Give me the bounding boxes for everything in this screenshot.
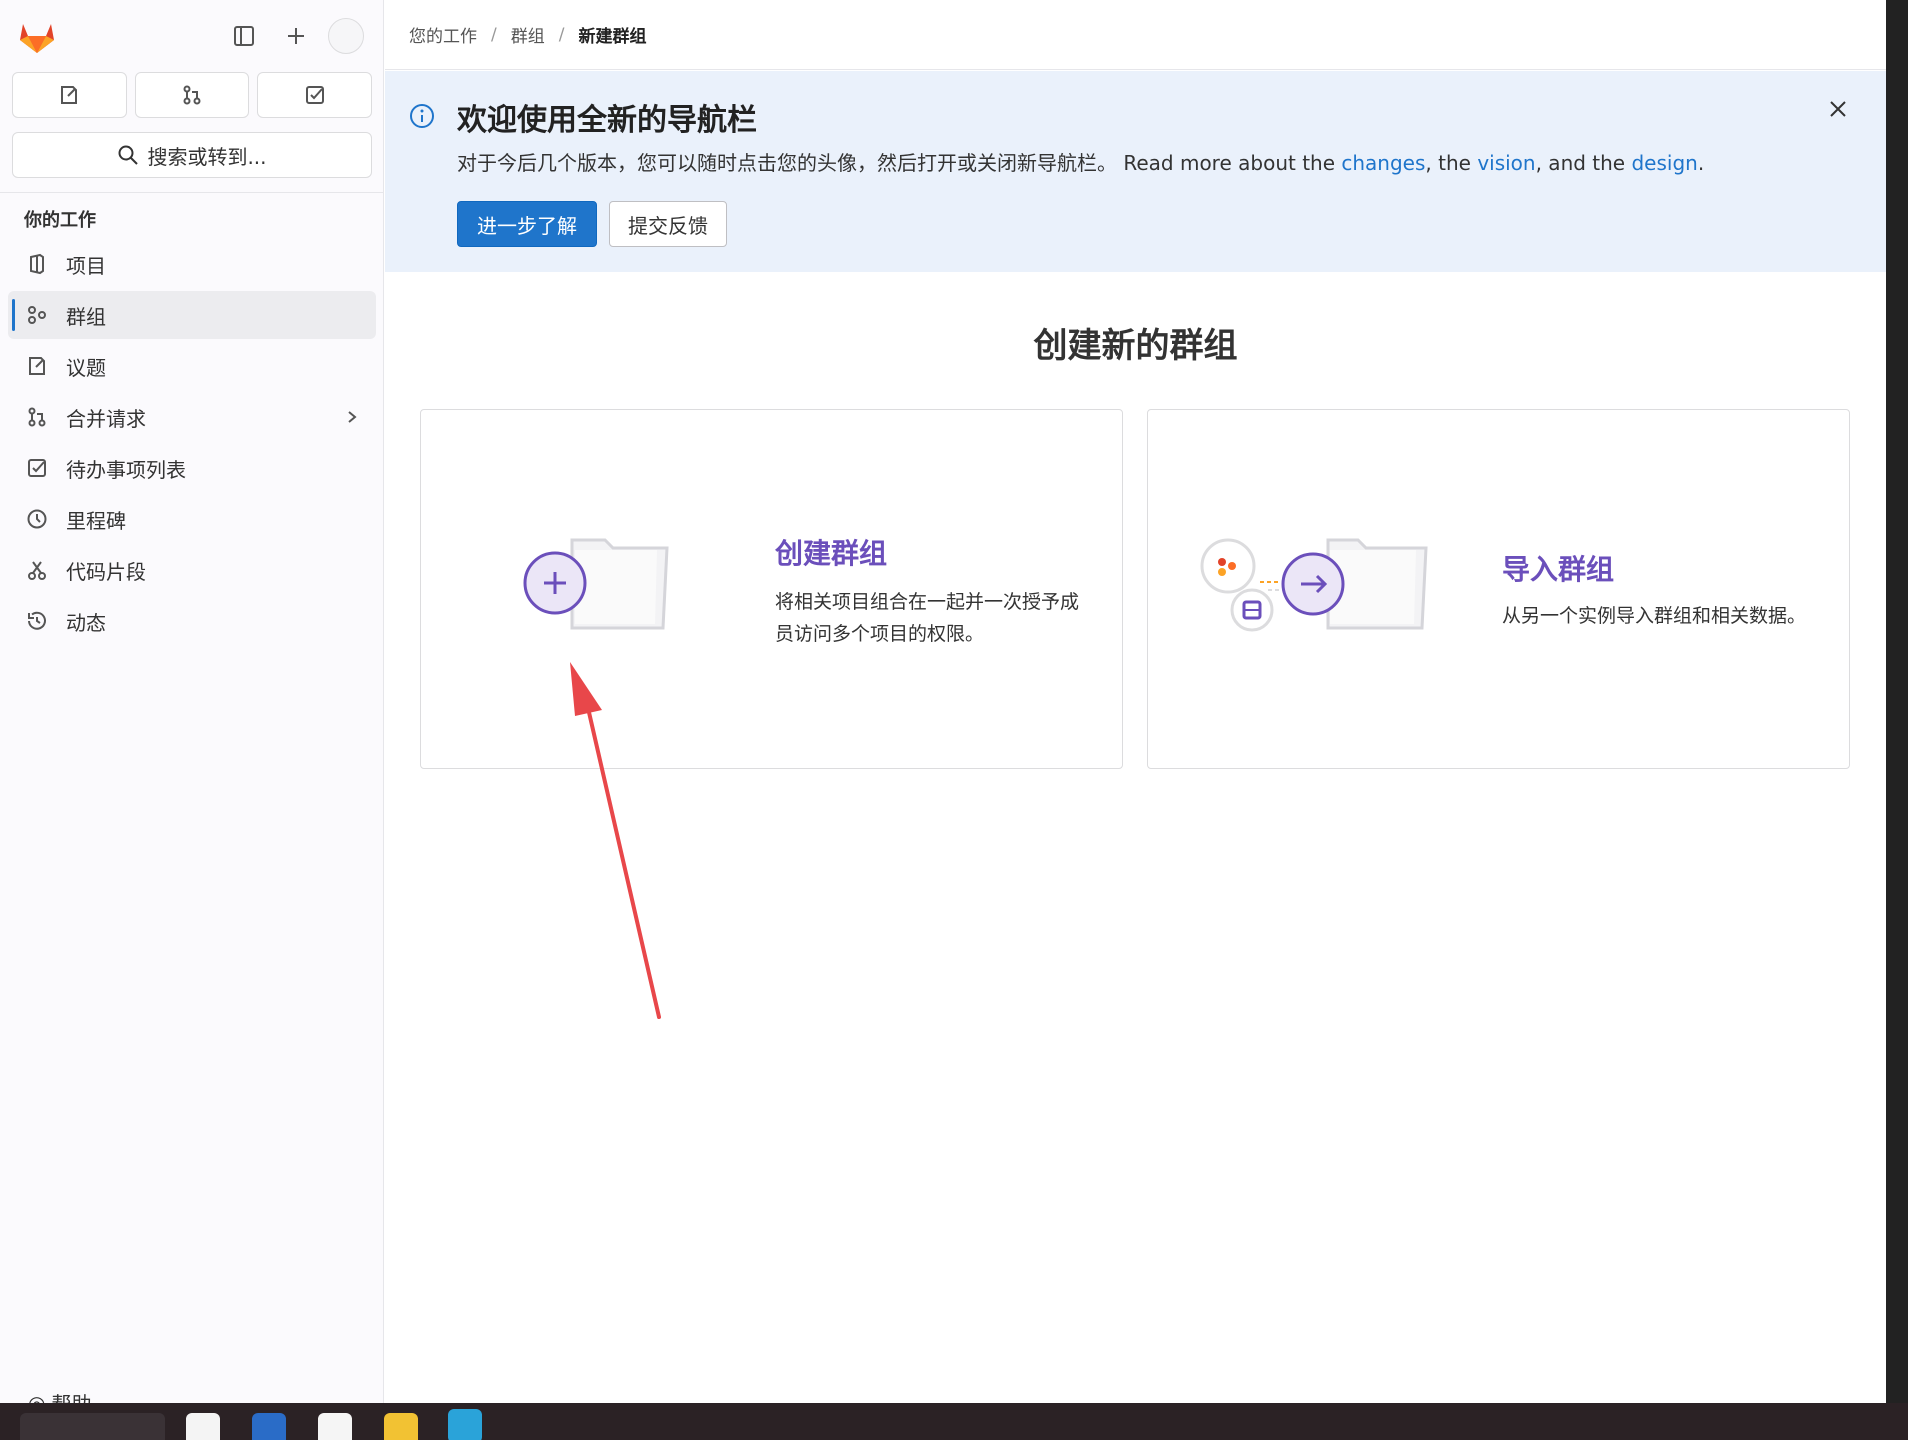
folder-icon[interactable]	[384, 1413, 418, 1440]
banner-text-prefix: 对于今后几个版本，您可以随时点击您的头像，然后打开或关闭新导航栏。 Read m…	[457, 151, 1342, 175]
breadcrumb-separator: /	[558, 24, 565, 45]
merge-requests-quick-button[interactable]	[134, 72, 250, 118]
collapse-sidebar-icon[interactable]	[228, 20, 260, 52]
create-group-desc-line: 将相关项目组合在一起并一次授予成	[775, 591, 1080, 613]
sidebar-item-snippets[interactable]: 代码片段	[8, 546, 376, 594]
submit-feedback-button[interactable]: 提交反馈	[609, 201, 727, 247]
import-group-title: 导入群组	[1502, 553, 1615, 586]
banner-title: 欢迎使用全新的导航栏	[457, 103, 757, 138]
sidebar-divider	[0, 192, 384, 193]
sidebar-item-issues[interactable]: 议题	[8, 342, 376, 390]
design-link[interactable]: design	[1631, 151, 1697, 175]
vision-link[interactable]: vision	[1477, 151, 1535, 175]
sidebar-item-groups[interactable]: 群组	[8, 291, 376, 339]
changes-link[interactable]: changes	[1341, 151, 1425, 175]
sidebar-item-todos[interactable]: 待办事项列表	[8, 444, 376, 492]
issues-quick-button[interactable]	[12, 72, 127, 118]
sidebar-item-merge-requests[interactable]: 合并请求	[8, 393, 376, 441]
chevron-right-icon	[342, 405, 362, 434]
banner-text-mid: , the	[1425, 151, 1478, 175]
text-app-icon[interactable]	[186, 1413, 220, 1440]
banner-text-suffix: .	[1697, 151, 1705, 175]
page-title: 创建新的群组	[1033, 326, 1238, 366]
create-group-desc-line: 员访问多个项目的权限。	[775, 623, 985, 645]
annotation-arrow	[570, 662, 661, 1019]
merge-request-icon	[183, 85, 201, 105]
breadcrumb-item[interactable]: 群组	[511, 22, 545, 47]
edge-browser-icon[interactable]	[448, 1409, 482, 1440]
plus-icon[interactable]	[280, 20, 312, 52]
browser-window: 搜索或转到... 你的工作 项目 群组 议题 合并请求 待办事项列表 里程碑 代…	[0, 0, 1886, 1403]
app-icon[interactable]	[252, 1413, 286, 1440]
info-icon	[410, 104, 434, 128]
sidebar-item-projects[interactable]: 项目	[8, 240, 376, 288]
sidebar-item-label: 项目	[66, 253, 106, 278]
sidebar-item-milestones[interactable]: 里程碑	[8, 495, 376, 543]
todo-icon	[305, 86, 324, 104]
breadcrumb-current[interactable]: 新建群组	[578, 22, 646, 47]
browser-app-icon[interactable]	[318, 1413, 352, 1440]
search-button[interactable]: 搜索或转到...	[12, 132, 372, 178]
quick-actions	[12, 72, 373, 118]
sidebar-item-label: 合并请求	[66, 406, 146, 431]
import-group-description: 从另一个实例导入群组和相关数据。	[1502, 605, 1807, 627]
help-label: 帮助	[51, 1388, 91, 1403]
close-icon[interactable]	[1824, 95, 1852, 123]
issue-icon	[61, 86, 78, 104]
search-icon	[118, 145, 139, 165]
group-icon	[24, 302, 50, 328]
sidebar: 搜索或转到... 你的工作 项目 群组 议题 合并请求 待办事项列表 里程碑 代…	[0, 0, 384, 1403]
project-icon	[24, 251, 50, 277]
sidebar-item-label: 群组	[66, 304, 106, 329]
sidebar-item-label: 里程碑	[66, 508, 126, 533]
import-group-illustration	[1200, 538, 1428, 632]
gitlab-logo[interactable]	[16, 16, 58, 56]
issue-icon	[24, 353, 50, 379]
help-button[interactable]: ◎ 帮助	[28, 1388, 91, 1404]
create-group-title: 创建群组	[775, 537, 888, 570]
taskbar	[0, 1403, 1908, 1440]
window-edge	[1886, 0, 1908, 1403]
sidebar-item-label: 议题	[66, 355, 106, 380]
search-label: 搜索或转到...	[147, 144, 267, 169]
avatar[interactable]	[328, 18, 364, 54]
sidebar-section-title: 你的工作	[24, 210, 96, 231]
sidebar-item-label: 动态	[66, 610, 106, 635]
sidebar-item-activity[interactable]: 动态	[8, 597, 376, 645]
todo-icon	[24, 455, 50, 481]
new-navigation-banner: 欢迎使用全新的导航栏 对于今后几个版本，您可以随时点击您的头像，然后打开或关闭新…	[385, 71, 1886, 272]
breadcrumb-separator: /	[491, 24, 497, 45]
history-icon	[24, 608, 50, 634]
banner-text-mid: , and the	[1535, 151, 1632, 175]
create-group-illustration	[523, 538, 669, 630]
breadcrumb: 您的工作 / 群组 / 新建群组	[385, 0, 1886, 70]
snippet-icon	[24, 557, 50, 583]
help-icon: ◎	[28, 1390, 46, 1404]
import-group-card[interactable]: 导入群组 从另一个实例导入群组和相关数据。	[1147, 409, 1850, 769]
merge-request-icon	[24, 404, 50, 430]
taskbar-widget[interactable]	[20, 1413, 165, 1440]
breadcrumb-item[interactable]: 您的工作	[409, 22, 477, 47]
todos-quick-button[interactable]	[257, 72, 373, 118]
sidebar-nav: 项目 群组 议题 合并请求 待办事项列表 里程碑 代码片段 动态	[8, 240, 376, 648]
sidebar-item-label: 代码片段	[66, 559, 146, 584]
create-group-description: 将相关项目组合在一起并一次授予成 员访问多个项目的权限。	[775, 586, 1079, 650]
learn-more-button[interactable]: 进一步了解	[457, 201, 597, 247]
clock-icon	[24, 506, 50, 532]
banner-text: 对于今后几个版本，您可以随时点击您的头像，然后打开或关闭新导航栏。 Read m…	[457, 147, 1704, 176]
create-group-card[interactable]: 创建群组 将相关项目组合在一起并一次授予成 员访问多个项目的权限。	[420, 409, 1123, 769]
sidebar-item-label: 待办事项列表	[66, 457, 186, 482]
